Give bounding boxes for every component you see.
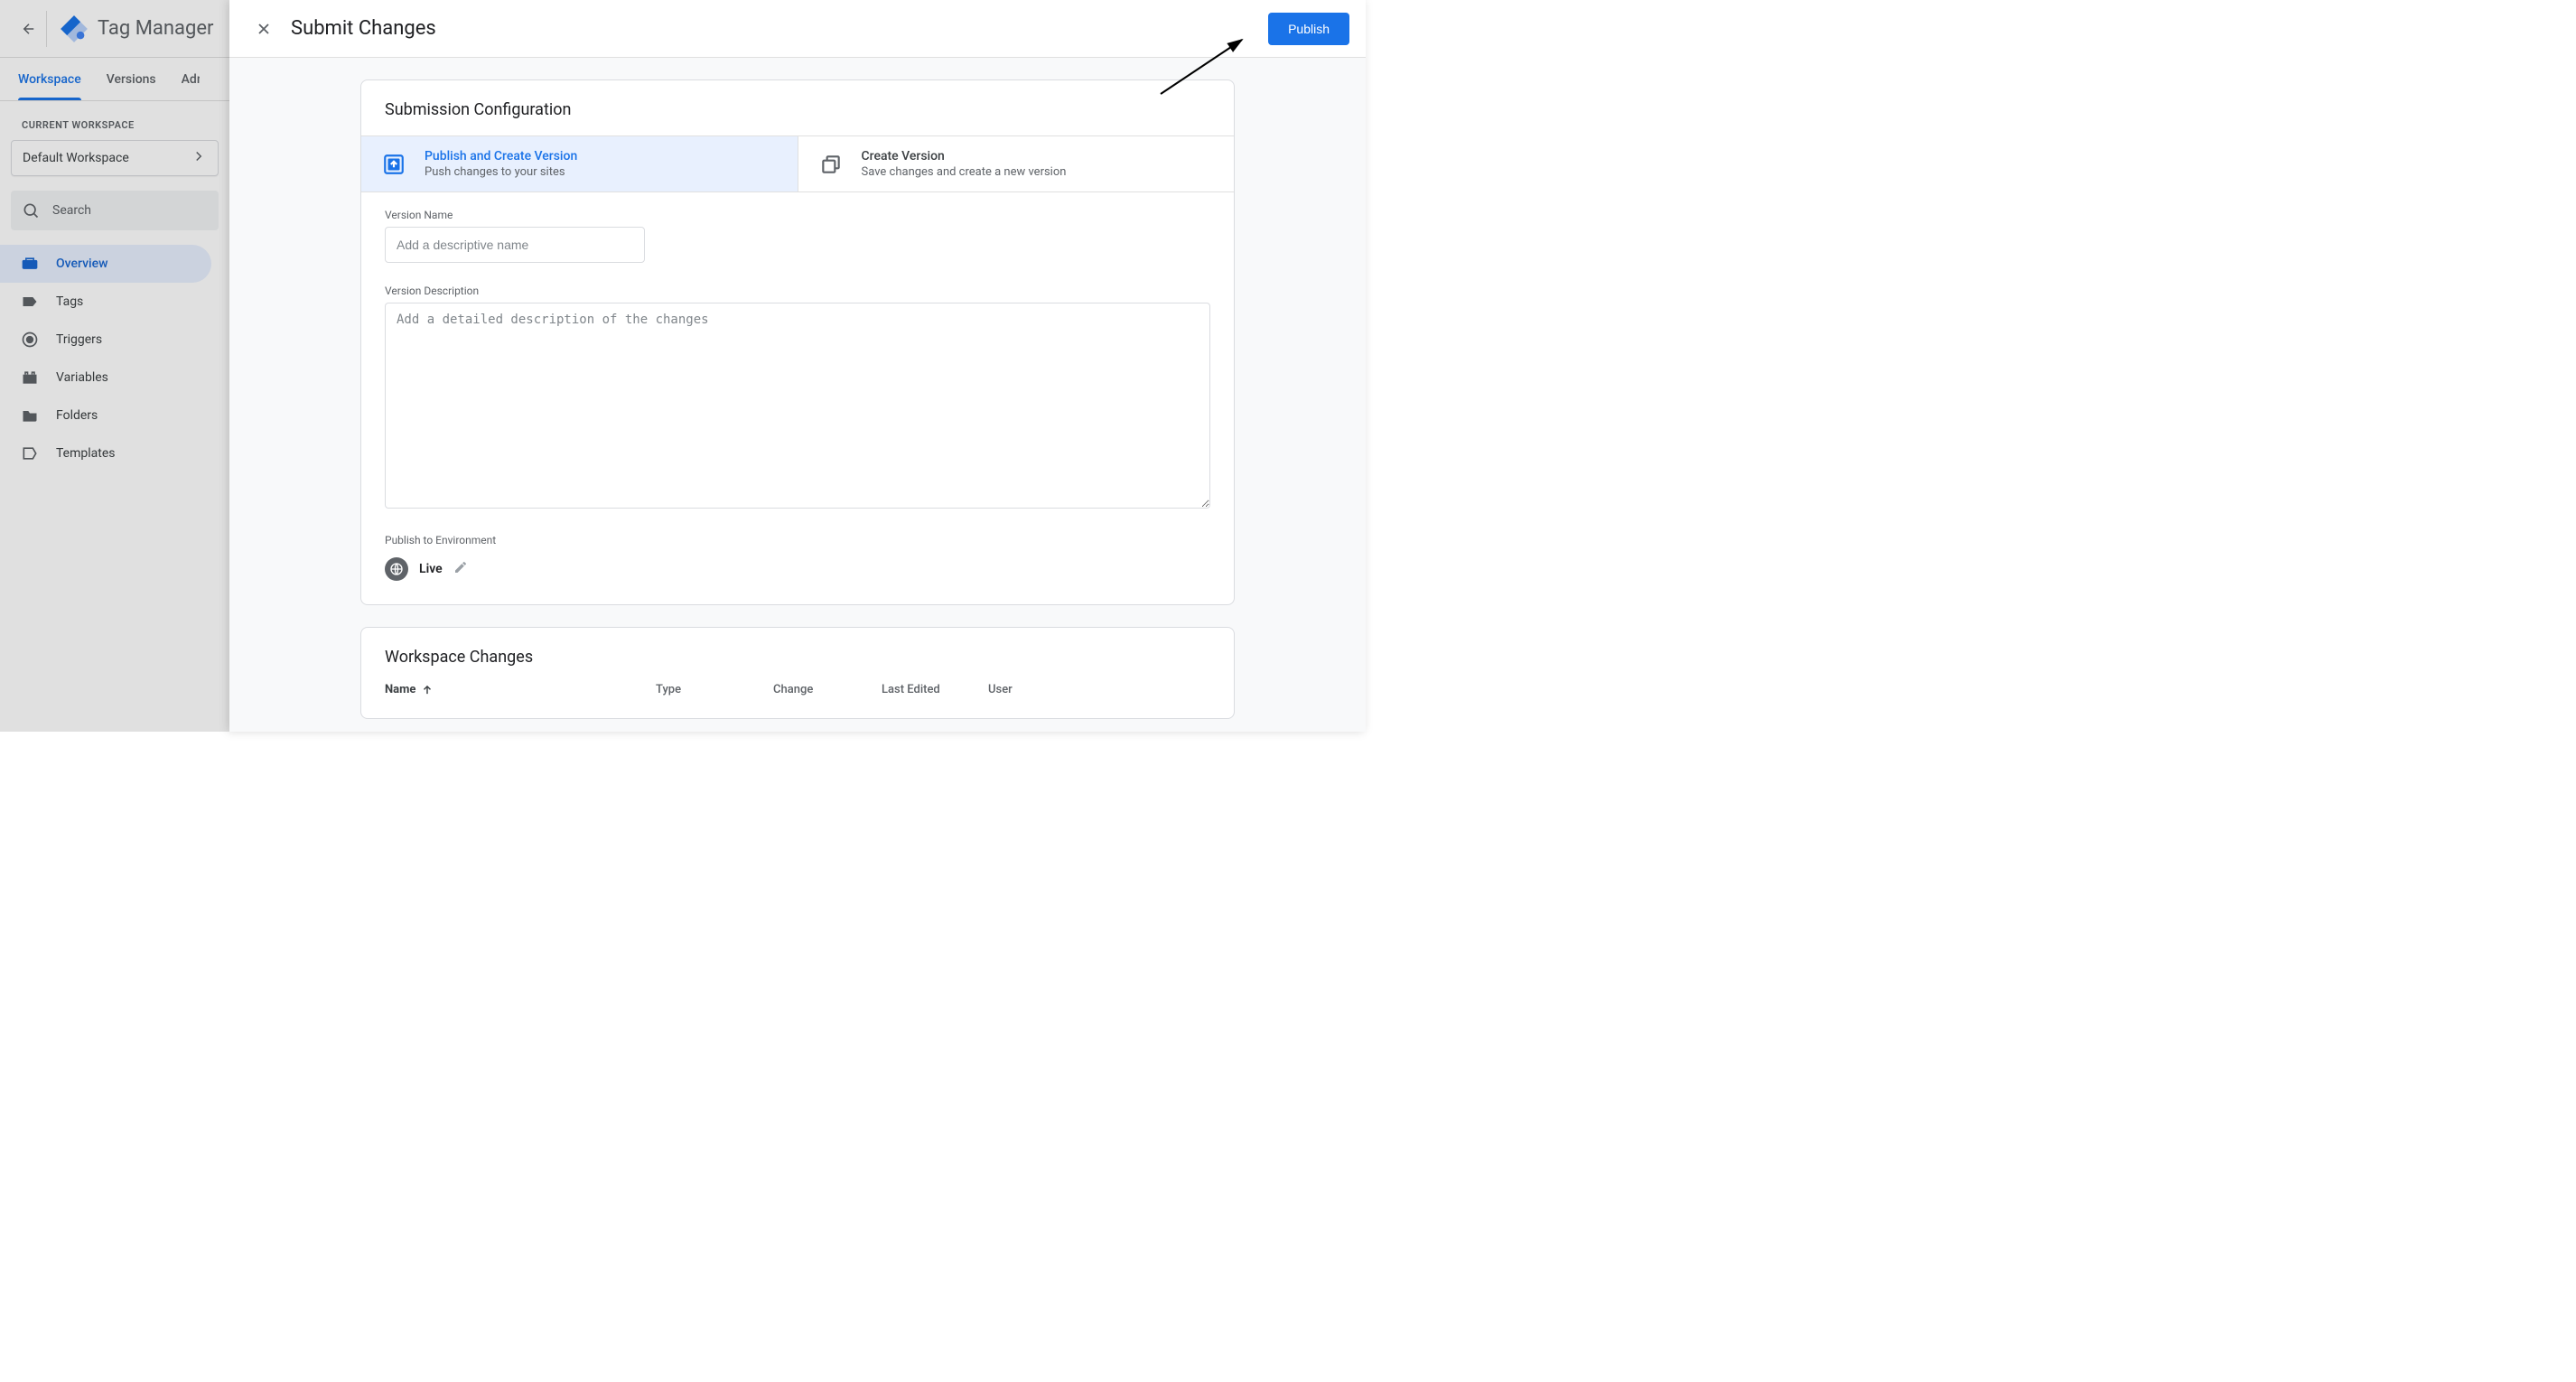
col-last-edited[interactable]: Last Edited [882,683,988,696]
folder-icon [20,406,40,425]
version-description-label: Version Description [385,285,1210,297]
tag-icon [20,292,40,312]
overview-icon [20,254,40,274]
option-publish-sub: Push changes to your sites [425,165,577,179]
version-description-section: Version Description [361,268,1234,518]
version-stack-icon [817,150,845,179]
nav-tags-label: Tags [56,294,83,309]
arrow-left-icon [21,21,37,37]
modal-title: Submit Changes [291,17,1268,40]
environment-section: Publish to Environment Live [361,518,1234,604]
nav-tags[interactable]: Tags [0,283,211,321]
version-name-section: Version Name [361,192,1234,268]
edit-environment-button[interactable] [453,560,468,578]
tab-versions[interactable]: Versions [107,58,156,100]
topbar: Tag Manager [0,0,229,58]
tab-admin[interactable]: Admin [182,58,200,100]
current-workspace-label: CURRENT WORKSPACE [0,101,229,140]
chevron-right-icon [191,148,207,168]
sidebar: Tag Manager Workspace Versions Admin CUR… [0,0,229,732]
col-name[interactable]: Name [385,683,656,696]
col-name-label: Name [385,683,415,696]
col-change[interactable]: Change [773,683,882,696]
option-create-title: Create Version [862,149,1067,163]
gtm-logo-icon [58,13,90,45]
nav-overview[interactable]: Overview [0,245,211,283]
environment-name: Live [419,562,443,576]
modal-body: Submission Configuration Publish and Cre… [229,58,1366,732]
modal-header: Submit Changes Publish [229,0,1366,58]
option-create-sub: Save changes and create a new version [862,165,1067,179]
col-type[interactable]: Type [656,683,773,696]
publish-button[interactable]: Publish [1268,13,1349,45]
app-title: Tag Manager [98,17,213,40]
templates-icon [20,444,40,463]
option-publish-create-version[interactable]: Publish and Create Version Push changes … [361,136,798,191]
version-description-input[interactable] [385,303,1210,509]
nav-triggers[interactable]: Triggers [0,321,211,359]
arrow-up-icon [421,684,434,696]
search-input[interactable]: Search [11,191,219,230]
nav-templates-label: Templates [56,446,116,461]
option-publish-title: Publish and Create Version [425,149,577,163]
nav-variables[interactable]: Variables [0,359,211,397]
tab-workspace[interactable]: Workspace [18,58,81,100]
col-user[interactable]: User [988,683,1210,696]
submission-config-card: Submission Configuration Publish and Cre… [360,79,1235,605]
globe-icon [385,557,408,581]
trigger-icon [20,330,40,350]
sidebar-nav: Overview Tags Triggers Variables Folders… [0,241,229,476]
back-button[interactable] [11,11,47,47]
upload-icon [379,150,408,179]
version-name-input[interactable] [385,227,645,263]
nav-folders[interactable]: Folders [0,397,211,434]
workspace-changes-title: Workspace Changes [361,628,1234,667]
nav-templates[interactable]: Templates [0,434,211,472]
nav-variables-label: Variables [56,370,108,385]
option-create-version[interactable]: Create Version Save changes and create a… [798,136,1235,191]
nav-overview-label: Overview [56,257,107,271]
config-options: Publish and Create Version Push changes … [361,135,1234,192]
main-tabs: Workspace Versions Admin [0,58,229,101]
variables-icon [20,368,40,388]
changes-table-header: Name Type Change Last Edited User [361,667,1234,705]
workspace-name: Default Workspace [23,151,129,165]
nav-triggers-label: Triggers [56,332,102,347]
environment-label: Publish to Environment [385,534,1210,546]
workspace-changes-card: Workspace Changes Name Type Change Last … [360,627,1235,719]
version-name-label: Version Name [385,209,1210,221]
search-placeholder: Search [52,203,91,218]
search-icon [22,201,40,219]
workspace-selector[interactable]: Default Workspace [11,140,219,176]
submit-changes-panel: Submit Changes Publish Submission Config… [229,0,1366,732]
pencil-icon [453,560,468,574]
submission-config-title: Submission Configuration [361,80,1234,135]
close-icon [255,20,273,38]
close-button[interactable] [246,11,282,47]
nav-folders-label: Folders [56,408,98,423]
